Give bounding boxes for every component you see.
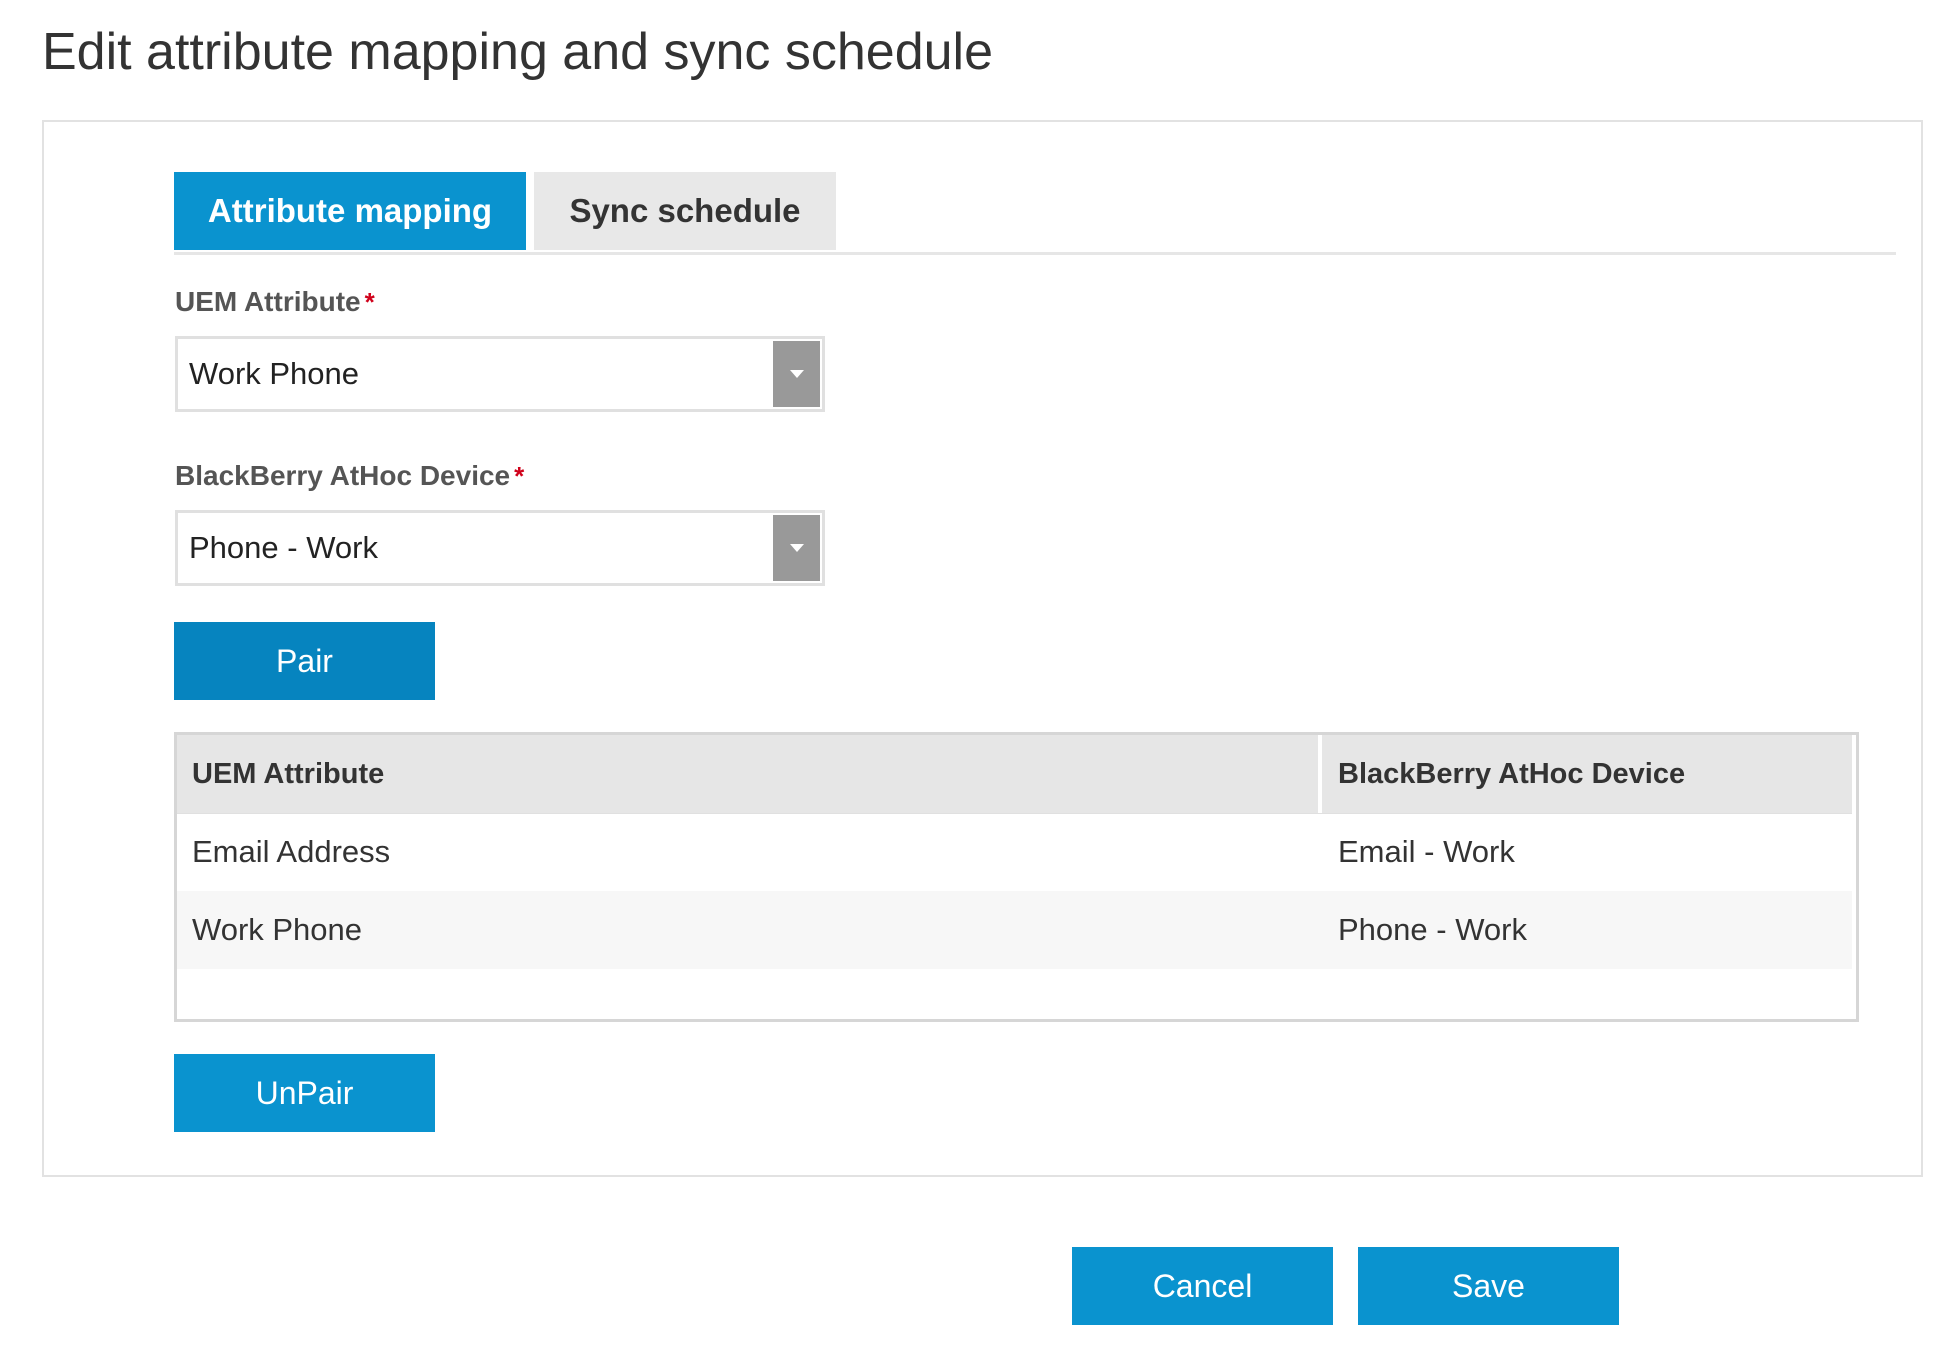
table-row[interactable]: Email Address Email - Work: [177, 813, 1852, 891]
pair-button[interactable]: Pair: [174, 622, 435, 700]
cancel-button[interactable]: Cancel: [1072, 1247, 1333, 1325]
athoc-device-label-text: BlackBerry AtHoc Device: [175, 460, 511, 491]
table-cell-athoc-device: Email - Work: [1338, 834, 1515, 869]
required-marker: *: [364, 287, 375, 317]
table-cell-uem-attribute: Email Address: [192, 834, 391, 869]
column-header-athoc-device[interactable]: BlackBerry AtHoc Device: [1338, 735, 1685, 813]
table-row[interactable]: Work Phone Phone - Work: [177, 891, 1852, 969]
uem-attribute-label-text: UEM Attribute: [175, 286, 361, 317]
athoc-device-selected-value: Phone - Work: [189, 530, 378, 565]
tab-bar: Attribute mapping Sync schedule: [174, 172, 1896, 255]
column-header-uem-attribute[interactable]: UEM Attribute: [192, 735, 384, 813]
athoc-device-select[interactable]: Phone - Work: [175, 510, 825, 586]
uem-attribute-select[interactable]: Work Phone: [175, 336, 825, 412]
athoc-device-label: BlackBerry AtHoc Device *: [175, 460, 524, 492]
required-marker: *: [514, 461, 525, 491]
column-divider: [1318, 735, 1322, 813]
tab-sync-schedule[interactable]: Sync schedule: [534, 172, 836, 250]
table-cell-athoc-device: Phone - Work: [1338, 912, 1527, 947]
mapping-table: UEM Attribute BlackBerry AtHoc Device Em…: [174, 732, 1859, 1022]
chevron-down-icon[interactable]: [773, 341, 820, 407]
unpair-button[interactable]: UnPair: [174, 1054, 435, 1132]
table-cell-uem-attribute: Work Phone: [192, 912, 363, 947]
uem-attribute-selected-value: Work Phone: [189, 356, 360, 391]
tab-attribute-mapping[interactable]: Attribute mapping: [174, 172, 526, 250]
table-header: UEM Attribute BlackBerry AtHoc Device: [177, 735, 1852, 814]
save-button[interactable]: Save: [1358, 1247, 1619, 1325]
uem-attribute-label: UEM Attribute *: [175, 286, 375, 318]
page-title: Edit attribute mapping and sync schedule: [42, 23, 994, 81]
chevron-down-icon[interactable]: [773, 515, 820, 581]
